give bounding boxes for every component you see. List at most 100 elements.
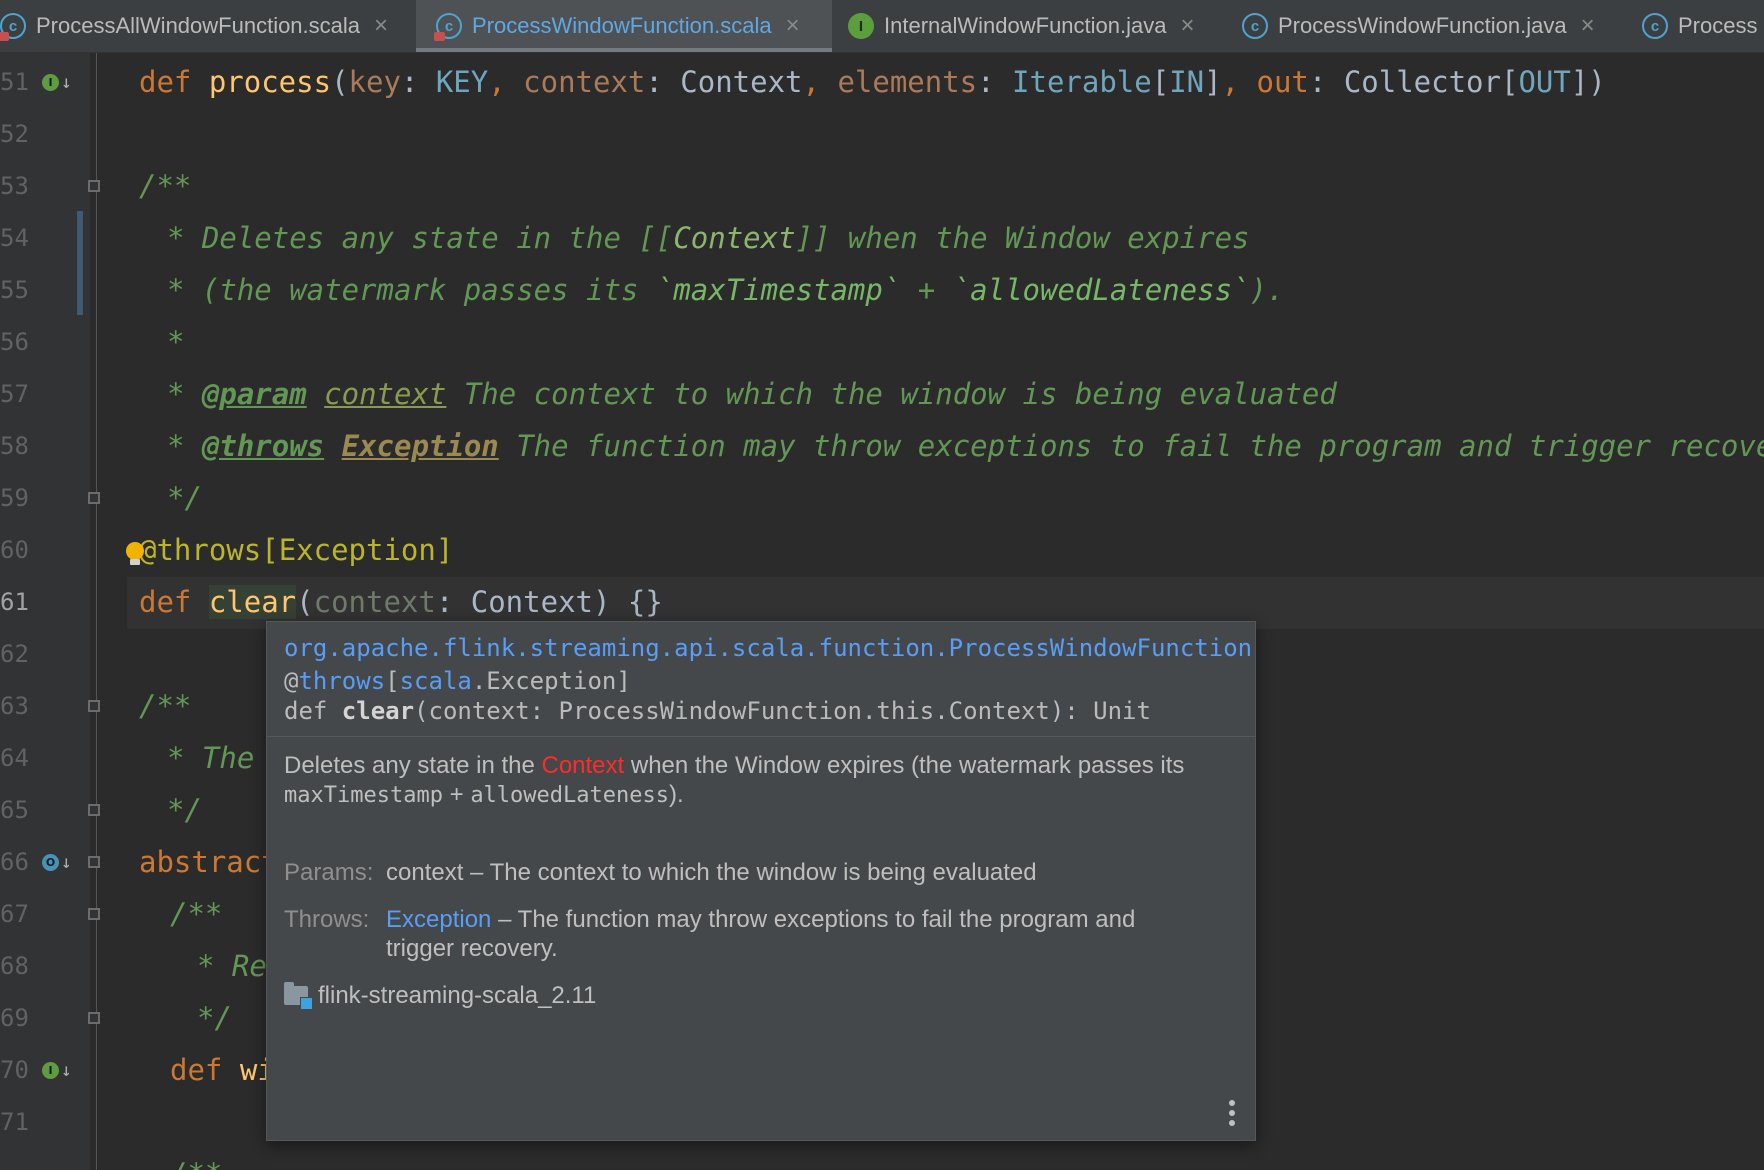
line-number: 62 — [0, 640, 29, 668]
code-line-65[interactable]: */ — [167, 784, 202, 836]
doc-text: ]] when the Window expires — [795, 221, 1250, 255]
code-line-59[interactable]: */ — [167, 472, 202, 524]
bracket: ] — [435, 533, 454, 567]
doc-text: The function may throw exceptions to fai… — [498, 429, 1764, 463]
code-line-64[interactable]: * The — [167, 732, 254, 784]
library-info: flink-streaming-scala_2.11 — [284, 981, 1238, 1010]
desc-text: when the Window expires (the watermark p… — [624, 752, 1185, 779]
tab-processallwindowfunction-scala[interactable]: c ProcessAllWindowFunction.scala × — [0, 0, 398, 52]
tab-label: ProcessWindowFunction.java — [1278, 13, 1567, 38]
implements-method-icon[interactable]: I ↓ — [42, 1060, 72, 1081]
desc-code: maxTimestamp — [284, 783, 443, 808]
bracket: [ — [261, 533, 279, 567]
exception-link[interactable]: Exception — [386, 906, 491, 933]
scala-class-icon: c — [0, 13, 26, 41]
tab-processwindowfunction-java[interactable]: c ProcessWindowFunction.java × — [1242, 0, 1595, 52]
annotation-at: @ — [284, 667, 299, 695]
doc-text: * — [167, 429, 202, 463]
code-line-69[interactable]: */ — [197, 992, 232, 1044]
quick-documentation-popup[interactable]: org.apache.flink.streaming.api.scala.fun… — [266, 621, 1256, 1141]
param-name: out — [1256, 65, 1309, 99]
keyword-def: def — [139, 65, 209, 99]
interface-icon: I — [848, 13, 874, 39]
param-name: key — [348, 65, 401, 99]
annotation: @throws — [139, 533, 262, 567]
throws-value: Exception – The function may throw excep… — [386, 905, 1186, 963]
annotation-signature: @throws[scala.Exception] — [284, 667, 631, 695]
line-number: 60 — [0, 536, 29, 564]
line-number: 64 — [0, 744, 29, 772]
java-class-icon: c — [1642, 13, 1668, 39]
tab-internalwindowfunction-java[interactable]: I InternalWindowFunction.java × — [848, 0, 1195, 52]
doc-text: + — [900, 273, 953, 307]
line-number: 54 — [0, 224, 29, 252]
tab-label: ProcessAllWindowFunction.scala — [36, 13, 361, 38]
line-number: 71 — [0, 1108, 29, 1136]
code-line-51[interactable]: def process(key: KEY, context: Context, … — [139, 56, 1606, 108]
annotation-link[interactable]: throws — [298, 667, 385, 695]
type-name: KEY — [435, 65, 489, 99]
code-line-54[interactable]: * Deletes any state in the [[Context]] w… — [167, 212, 1250, 264]
line-number-current: 61 — [0, 588, 29, 616]
doc-text: * (the watermark passes its — [167, 273, 656, 307]
tab-processwindowfunction-scala[interactable]: c ProcessWindowFunction.scala × — [416, 0, 832, 52]
code-line-58[interactable]: * @throws Exception The function may thr… — [167, 420, 1764, 472]
method-name: process — [208, 65, 332, 99]
line-number: 55 — [0, 276, 29, 304]
doc-text: * Deletes any state in the [[ — [167, 221, 674, 255]
code-line-66[interactable]: abstract — [139, 836, 279, 888]
code-line-56[interactable]: * — [167, 316, 184, 368]
throws-label: Throws: — [284, 906, 370, 933]
doc-description: Deletes any state in the Context when th… — [284, 751, 1204, 810]
code-line-72[interactable]: /** — [170, 1148, 222, 1170]
close-icon[interactable]: × — [1581, 12, 1595, 40]
close-icon[interactable]: × — [786, 12, 800, 40]
vcs-change-marker[interactable] — [77, 211, 83, 315]
code-line-55[interactable]: * (the watermark passes its `maxTimestam… — [167, 264, 1284, 316]
doc-text: ). — [1249, 273, 1285, 307]
method-signature: def clear(context: ProcessWindowFunction… — [284, 696, 1238, 726]
tab-label: ProcessWindowFunction.scala — [472, 13, 772, 38]
editor-tab-bar: c ProcessAllWindowFunction.scala × c Pro… — [0, 0, 1764, 53]
code-line-63[interactable]: /** — [139, 680, 191, 732]
line-number: 52 — [0, 120, 29, 148]
more-options-icon[interactable] — [1229, 1100, 1235, 1126]
library-name: flink-streaming-scala_2.11 — [318, 982, 597, 1009]
close-icon[interactable]: × — [374, 12, 388, 40]
overridden-method-icon[interactable]: O ↓ — [42, 852, 72, 873]
method-body: {} — [627, 585, 663, 619]
type-name: Context — [680, 65, 803, 99]
annotation-rest: .Exception] — [471, 667, 631, 695]
doc-code: `maxTimestamp` — [655, 273, 901, 307]
line-number: 68 — [0, 952, 29, 980]
code-line-53[interactable]: /** — [139, 160, 191, 212]
package-link[interactable]: scala — [400, 667, 472, 695]
keyword-def: def — [139, 585, 209, 619]
line-number: 63 — [0, 692, 29, 720]
code-line-57[interactable]: * @param context The context to which th… — [167, 368, 1337, 420]
doc-text: * — [167, 377, 202, 411]
line-number: 70 — [0, 1056, 29, 1084]
scala-class-icon: c — [434, 13, 462, 41]
code-line-68[interactable]: * Re — [197, 940, 267, 992]
params-section: Params: context – The context to which t… — [284, 858, 1238, 887]
keyword-def: def — [170, 1053, 240, 1087]
popup-header: org.apache.flink.streaming.api.scala.fun… — [267, 622, 1255, 737]
close-icon[interactable]: × — [1180, 12, 1194, 40]
implements-method-icon[interactable]: I ↓ — [42, 72, 72, 93]
code-line-70[interactable]: def wi — [170, 1044, 275, 1096]
code-line-67[interactable]: /** — [170, 888, 222, 940]
desc-code: allowedLateness — [470, 783, 669, 808]
line-number: 53 — [0, 172, 29, 200]
class-fqn-link[interactable]: org.apache.flink.streaming.api.scala.fun… — [284, 630, 1252, 666]
doc-tag: @param — [201, 377, 307, 411]
method-name: clear — [208, 585, 297, 619]
signature-method-name: clear — [341, 697, 415, 725]
tab-process-truncated[interactable]: c Process — [1642, 0, 1757, 52]
unresolved-context-link[interactable]: Context — [541, 752, 624, 779]
lightbulb-intention-icon[interactable] — [126, 542, 144, 565]
line-number: 59 — [0, 484, 29, 512]
param-name: elements — [837, 65, 978, 99]
type-name: Context — [470, 585, 593, 619]
code-line-60[interactable]: @throws[Exception] — [139, 524, 453, 576]
